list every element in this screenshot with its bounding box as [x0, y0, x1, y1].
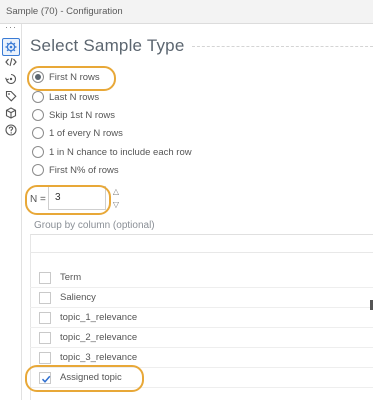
gear-icon[interactable] — [2, 38, 20, 56]
group-by-label: Group by column (optional) — [34, 220, 155, 231]
list-divider — [30, 252, 373, 253]
sidebar: ··· — [0, 23, 22, 400]
n-input[interactable]: 3 — [48, 186, 106, 210]
option-first-n-rows[interactable]: First N rows — [32, 69, 100, 85]
column-row-topic-2-relevance[interactable]: topic_2_relevance — [30, 328, 373, 348]
n-field-label: N = — [30, 194, 46, 205]
option-last-n-rows[interactable]: Last N rows — [32, 89, 99, 105]
checkbox[interactable] — [39, 351, 51, 364]
column-label: topic_1_relevance — [60, 312, 138, 323]
help-icon[interactable] — [4, 123, 18, 137]
radio-button[interactable] — [32, 91, 44, 103]
sample-icon[interactable] — [4, 72, 18, 86]
option-1-in-n-chance[interactable]: 1 in N chance to include each row — [32, 144, 192, 160]
window-title: Sample (70) - Configuration — [6, 6, 123, 17]
column-row-assigned-topic[interactable]: Assigned topic — [30, 368, 373, 388]
radio-button[interactable] — [32, 164, 44, 176]
configuration-panel: Select Sample Type First N rows Last N r… — [22, 24, 373, 400]
more-icon[interactable]: ··· — [5, 23, 17, 32]
column-row-saliency[interactable]: Saliency — [30, 288, 373, 308]
column-label: Term — [60, 272, 82, 283]
stepper-up-icon[interactable]: △ — [113, 186, 119, 197]
option-label: Skip 1st N rows — [49, 109, 115, 121]
radio-button[interactable] — [32, 71, 44, 83]
page-title: Select Sample Type — [30, 36, 185, 55]
radio-button[interactable] — [32, 109, 44, 121]
checkbox[interactable] — [39, 271, 51, 284]
option-first-n-percent[interactable]: First N% of rows — [32, 162, 119, 178]
column-label: topic_3_relevance — [60, 352, 138, 363]
cube-icon[interactable] — [4, 106, 18, 120]
option-skip-first-n-rows[interactable]: Skip 1st N rows — [32, 107, 115, 123]
option-label: Last N rows — [49, 91, 100, 103]
n-stepper[interactable]: △ ▽ — [108, 186, 124, 210]
column-row-topic-1-relevance[interactable]: topic_1_relevance — [30, 308, 373, 328]
column-label: Saliency — [60, 292, 96, 303]
stepper-down-icon[interactable]: ▽ — [113, 199, 119, 210]
column-label: topic_2_relevance — [60, 332, 138, 343]
option-label: First N% of rows — [49, 164, 119, 176]
checkbox[interactable] — [39, 331, 51, 344]
option-1-of-every-n-rows[interactable]: 1 of every N rows — [32, 125, 123, 141]
heading-divider — [192, 46, 373, 47]
checkbox[interactable] — [39, 371, 51, 384]
tag-icon[interactable] — [4, 89, 18, 103]
option-label: 1 of every N rows — [49, 127, 123, 139]
column-label: Assigned topic — [60, 372, 122, 383]
code-icon[interactable] — [4, 55, 18, 69]
column-row-topic-3-relevance[interactable]: topic_3_relevance — [30, 348, 373, 368]
checkbox[interactable] — [39, 311, 51, 324]
title-bar: Sample (70) - Configuration — [0, 0, 373, 24]
check-icon — [41, 375, 51, 383]
column-row-term[interactable]: Term — [30, 268, 373, 288]
radio-button[interactable] — [32, 146, 44, 158]
checkbox[interactable] — [39, 291, 51, 304]
option-label: First N rows — [49, 71, 100, 83]
radio-button[interactable] — [32, 127, 44, 139]
option-label: 1 in N chance to include each row — [49, 146, 192, 158]
